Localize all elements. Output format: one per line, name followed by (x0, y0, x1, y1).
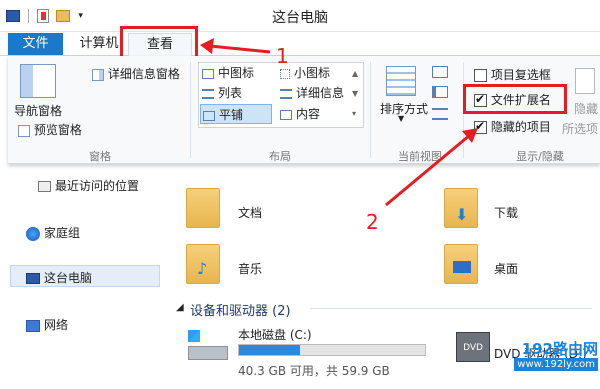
network-icon (26, 319, 40, 332)
watermark-site: www.192ly.com (514, 358, 598, 371)
dvd-drive-icon[interactable]: DVD (456, 332, 490, 362)
recent-places-icon (38, 181, 51, 192)
homegroup-icon (26, 226, 40, 241)
nav-homegroup-label: 家庭组 (44, 226, 81, 240)
documents-folder-icon[interactable] (186, 188, 220, 228)
nav-this-pc-label: 这台电脑 (44, 271, 93, 285)
nav-recent-label: 最近访问的位置 (55, 179, 140, 193)
download-arrow-icon: ⬇ (455, 205, 469, 224)
downloads-folder-icon[interactable]: ⬇ (444, 188, 478, 228)
music-folder-icon[interactable]: ♪ (186, 244, 220, 284)
local-disk-usage-bar (238, 344, 426, 356)
annotation-number-2: 2 (366, 210, 379, 234)
section-divider (310, 308, 592, 309)
nav-network-label: 网络 (44, 318, 69, 332)
watermark-logo: 192路由网 www.192ly.com (514, 336, 600, 389)
computer-icon (26, 273, 40, 284)
chevron-down-icon[interactable]: ◢ (176, 302, 184, 313)
desktop-screen-icon (453, 261, 471, 273)
arrow-1 (200, 38, 271, 54)
nav-homegroup[interactable]: 家庭组 (26, 224, 80, 241)
annotation-number-1: 1 (276, 44, 289, 68)
nav-this-pc-item[interactable]: 这台电脑 (26, 269, 92, 286)
folder-music[interactable]: 音乐 (238, 260, 262, 277)
folder-downloads[interactable]: 下载 (494, 204, 518, 221)
music-note-icon: ♪ (197, 259, 208, 278)
local-disk-usage-fill (239, 345, 301, 355)
desktop-folder-icon[interactable] (444, 244, 478, 284)
devices-section-title[interactable]: 设备和驱动器 (2) (190, 300, 291, 319)
nav-recent[interactable]: 最近访问的位置 (38, 177, 139, 194)
nav-network[interactable]: 网络 (26, 316, 68, 333)
local-disk-name[interactable]: 本地磁盘 (C:) (238, 326, 312, 343)
local-disk-icon[interactable] (188, 330, 228, 362)
local-disk-space: 40.3 GB 可用，共 59.9 GB (238, 364, 390, 378)
hard-drive-body-icon (188, 346, 228, 360)
folder-documents[interactable]: 文档 (238, 204, 262, 221)
watermark-brand: 192路由网 (521, 340, 598, 358)
folder-desktop[interactable]: 桌面 (494, 260, 518, 277)
windows-logo-icon (188, 330, 200, 342)
